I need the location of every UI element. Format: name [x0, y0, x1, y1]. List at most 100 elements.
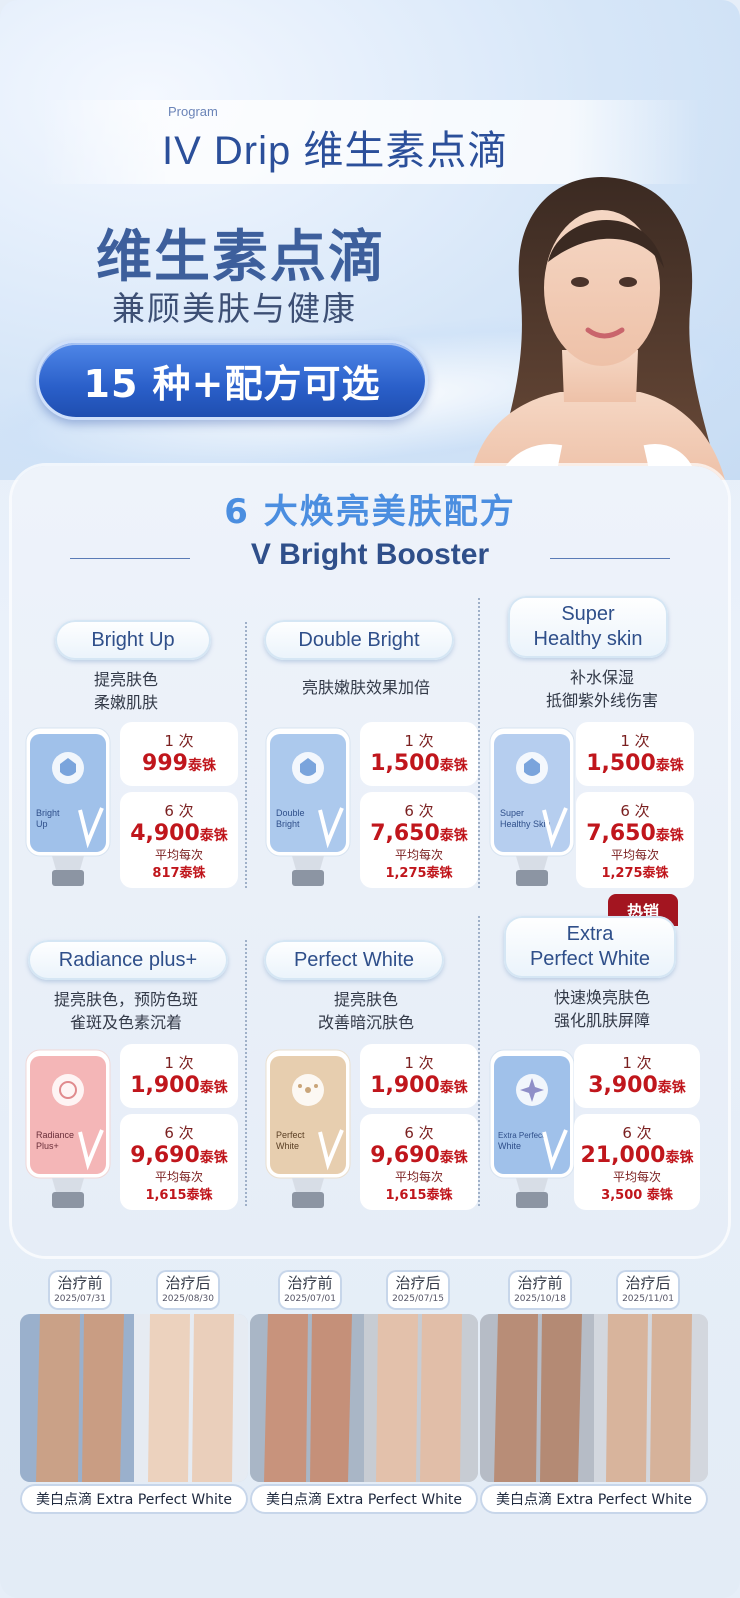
product-name-badge: Perfect White — [264, 940, 444, 980]
iv-bag-perfect-white-image: Perfect White — [265, 1049, 351, 1208]
avg-price: 817泰铢 — [152, 866, 206, 881]
avg-price: 1,275泰铢 — [385, 866, 453, 881]
iv-bag-radiance-plus-image: Radiance Plus+ — [25, 1049, 111, 1208]
bag-label-line-1: Radiance — [36, 1130, 74, 1140]
desc-line-2: 改善暗沉肤色 — [317, 1013, 414, 1032]
product-card-super-healthy-skin[interactable]: Super Healthy skin 补水保湿 抵御紫外线伤害 Super Hea… — [486, 596, 718, 896]
price-single: 1 次 999泰铢 — [120, 722, 238, 786]
package-label: 6 次 — [164, 802, 194, 820]
case-study-2: 治疗前 2025/07/01 治疗后 2025/07/15 美白点滴 Extra… — [250, 1266, 478, 1516]
avg-label: 平均每次 — [154, 1170, 203, 1184]
product-description: 提亮肤色 改善暗沉肤色 — [250, 988, 482, 1034]
price-single: 1 次 1,500泰铢 — [576, 722, 694, 786]
iv-bag-double-bright-image: Double Bright — [265, 727, 351, 886]
before-date: 2025/10/18 — [514, 1294, 566, 1304]
single-price: 1,900泰铢 — [130, 1073, 228, 1098]
package-price: 9,690泰铢 — [130, 1143, 228, 1168]
before-tag: 治疗前 2025/07/31 — [48, 1270, 112, 1310]
divider-line-right — [550, 558, 670, 559]
bag-label-line-1: Extra Perfect — [498, 1131, 545, 1140]
product-card-extra-perfect-white[interactable]: Extra Perfect White 快速焕亮肤色 强化肌肤屏障 Extra P… — [486, 916, 718, 1216]
desc-line-1: 提亮肤色 — [333, 990, 398, 1009]
product-name-badge: Radiance plus+ — [28, 940, 228, 980]
avg-price: 1,615泰铢 — [385, 1188, 453, 1203]
package-label: 6 次 — [620, 802, 650, 820]
before-after-photo — [250, 1314, 478, 1482]
single-price: 1,500泰铢 — [586, 751, 684, 776]
desc-line-1: 提亮肤色，预防色斑 — [53, 990, 198, 1009]
after-tag: 治疗后 2025/11/01 — [616, 1270, 680, 1310]
section-subtitle: V Bright Booster — [250, 538, 490, 571]
badge-line-1: Extra — [566, 923, 614, 945]
avg-label: 平均每次 — [394, 1170, 443, 1184]
product-card-bright-up[interactable]: Bright Up 提亮肤色 柔嫩肌肤 Bright Up 1 次 999泰铢 … — [10, 620, 242, 920]
bag-label-line-2: Healthy Skin — [500, 819, 551, 829]
avg-label: 平均每次 — [610, 848, 659, 862]
package-label: 6 次 — [164, 1124, 194, 1142]
desc-line-1: 提亮肤色 — [93, 670, 158, 689]
iv-bag-super-healthy-skin-image: Super Healthy Skin — [489, 727, 575, 886]
formula-count-text: 15 种+配方可选 — [83, 361, 381, 406]
product-card-perfect-white[interactable]: Perfect White 提亮肤色 改善暗沉肤色 Perfect White … — [250, 940, 482, 1240]
price-single: 1 次 1,500泰铢 — [360, 722, 478, 786]
package-price: 21,000泰铢 — [580, 1143, 694, 1168]
bag-label-line-2: White — [276, 1141, 299, 1151]
badge-line-2: Healthy skin — [533, 628, 643, 650]
page: Program IV Drip 维生素点滴 维生素点滴 兼顾美肤与健康 15 种… — [0, 0, 740, 1598]
bag-label-line-1: Double — [276, 808, 305, 818]
before-after-photo — [480, 1314, 708, 1482]
desc-line-2: 强化肌肤屏障 — [553, 1011, 650, 1030]
iv-bag-extra-perfect-white-image: Extra Perfect White — [489, 1049, 575, 1208]
product-name-badge: Extra Perfect White — [504, 916, 676, 978]
avg-price: 1,615泰铢 — [145, 1188, 213, 1203]
package-label: 6 次 — [404, 1124, 434, 1142]
price-single: 1 次 3,900泰铢 — [574, 1044, 700, 1108]
product-description: 提亮肤色，预防色斑 雀斑及色素沉着 — [10, 988, 242, 1034]
single-label: 1 次 — [164, 1054, 194, 1072]
single-label: 1 次 — [404, 1054, 434, 1072]
product-card-radiance-plus[interactable]: Radiance plus+ 提亮肤色，预防色斑 雀斑及色素沉着 Radianc… — [10, 940, 242, 1240]
bag-label-line-2: Plus+ — [36, 1141, 59, 1151]
after-label: 治疗后 — [625, 1274, 671, 1292]
price-single: 1 次 1,900泰铢 — [120, 1044, 238, 1108]
model-portrait-image — [470, 176, 725, 480]
formula-count-pill: 15 种+配方可选 — [36, 340, 428, 420]
price-package: 6 次 4,900泰铢 平均每次 817泰铢 — [120, 792, 238, 888]
case-study-1: 治疗前 2025/07/31 治疗后 2025/08/30 美白点滴 Extra… — [20, 1266, 248, 1516]
avg-price: 3,500 泰铢 — [601, 1188, 673, 1203]
product-card-double-bright[interactable]: Double Bright 亮肤嫩肤效果加倍 Double Bright 1 次… — [250, 620, 482, 920]
package-price: 4,900泰铢 — [130, 821, 228, 846]
price-package: 6 次 7,650泰铢 平均每次 1,275泰铢 — [576, 792, 694, 888]
bag-label-line-1: Super — [500, 808, 524, 818]
hero-subheadline: 兼顾美肤与健康 — [112, 289, 357, 328]
before-after-photo — [20, 1314, 248, 1482]
badge-line-1: Super — [561, 603, 615, 625]
before-label: 治疗前 — [57, 1274, 103, 1292]
after-tag: 治疗后 2025/07/15 — [386, 1270, 450, 1310]
hero-headline: 维生素点滴 — [96, 225, 386, 290]
price-package: 6 次 7,650泰铢 平均每次 1,275泰铢 — [360, 792, 478, 888]
product-name-badge: Super Healthy skin — [508, 596, 668, 658]
single-price: 1,500泰铢 — [370, 751, 468, 776]
program-title: IV Drip 维生素点滴 — [162, 129, 509, 173]
price-package: 6 次 9,690泰铢 平均每次 1,615泰铢 — [360, 1114, 478, 1210]
after-date: 2025/07/15 — [392, 1294, 444, 1304]
hero-banner: Program IV Drip 维生素点滴 维生素点滴 兼顾美肤与健康 15 种… — [0, 0, 740, 480]
badge-line-2: Perfect White — [529, 948, 651, 970]
bag-label-line-1: Bright — [36, 808, 60, 818]
desc-line-2: 柔嫩肌肤 — [93, 693, 158, 712]
package-label: 6 次 — [404, 802, 434, 820]
column-divider — [245, 940, 247, 1206]
product-name-badge: Bright Up — [55, 620, 211, 660]
desc-line-1: 补水保湿 — [569, 668, 634, 687]
after-label: 治疗后 — [395, 1274, 441, 1292]
column-divider — [245, 622, 247, 888]
package-price: 9,690泰铢 — [370, 1143, 468, 1168]
after-date: 2025/11/01 — [622, 1294, 674, 1304]
before-label: 治疗前 — [287, 1274, 333, 1292]
case-caption: 美白点滴 Extra Perfect White — [20, 1484, 248, 1514]
single-price: 1,900泰铢 — [370, 1073, 468, 1098]
avg-price: 1,275泰铢 — [601, 866, 669, 881]
before-tag: 治疗前 2025/10/18 — [508, 1270, 572, 1310]
iv-bag-bright-up-image: Bright Up — [25, 727, 111, 886]
